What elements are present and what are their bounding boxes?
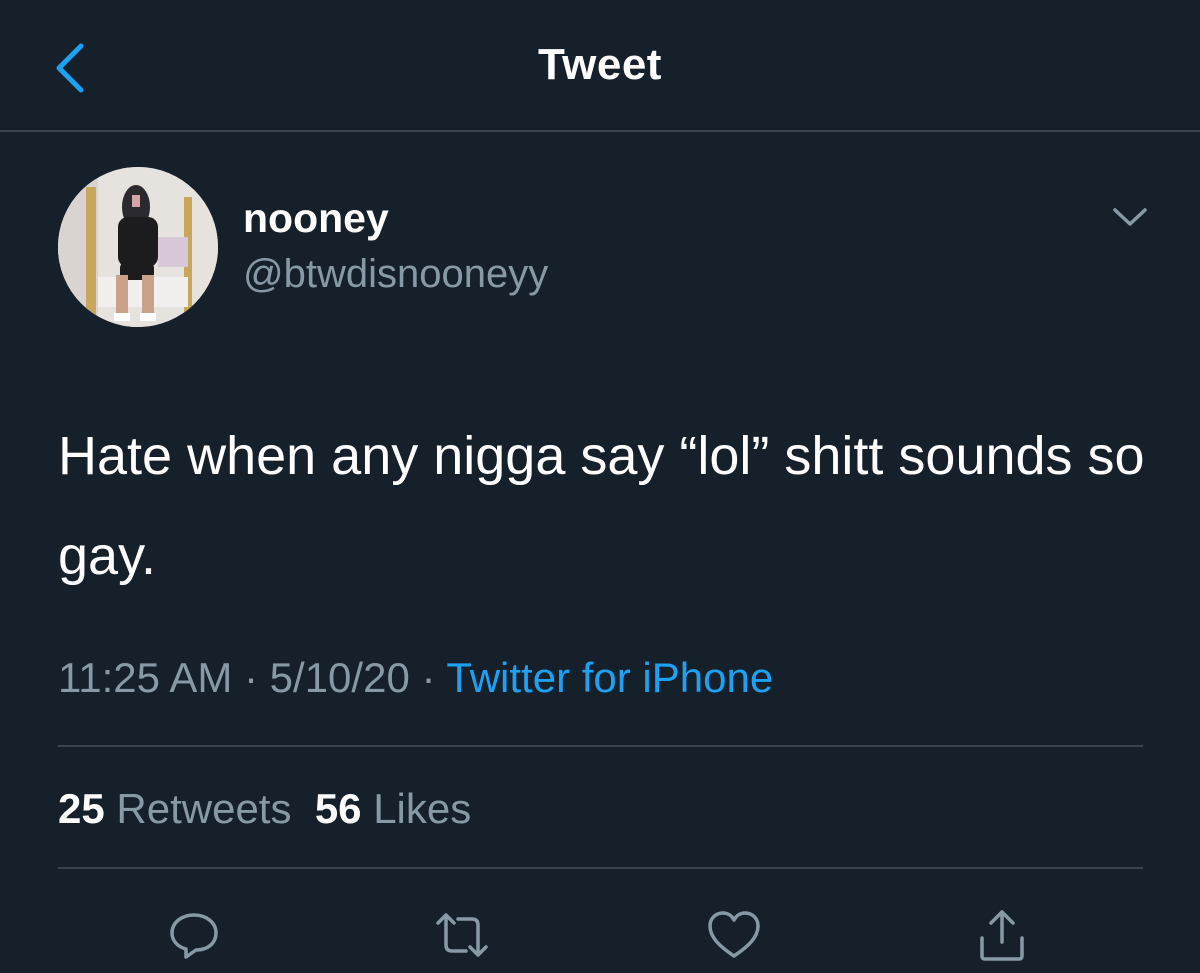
retweets-stat[interactable]: 25 Retweets bbox=[58, 785, 291, 832]
nav-header: Tweet bbox=[0, 0, 1200, 132]
meta-separator: · bbox=[409, 654, 447, 701]
retweet-icon bbox=[436, 913, 488, 957]
tweet-text: Hate when any nigga say “lol” shitt soun… bbox=[58, 426, 1145, 586]
likes-label: Likes bbox=[373, 785, 472, 832]
tweet-actions-bar bbox=[0, 905, 1200, 965]
avatar-photo bbox=[58, 167, 218, 327]
retweets-count: 25 bbox=[58, 785, 105, 832]
author-handle[interactable]: @btwdisnooneyy bbox=[243, 252, 548, 297]
meta-separator: · bbox=[232, 654, 270, 701]
chevron-down-icon bbox=[1113, 208, 1147, 226]
divider bbox=[58, 867, 1143, 869]
like-button[interactable] bbox=[702, 905, 766, 965]
tweet-time: 11:25 AM bbox=[58, 654, 233, 701]
share-icon bbox=[980, 910, 1024, 961]
share-button[interactable] bbox=[970, 905, 1034, 965]
reply-button[interactable] bbox=[162, 905, 226, 965]
retweet-button[interactable] bbox=[430, 905, 494, 965]
divider bbox=[58, 745, 1143, 747]
heart-icon bbox=[708, 911, 760, 958]
tweet-source-link[interactable]: Twitter for iPhone bbox=[446, 654, 773, 701]
avatar[interactable] bbox=[58, 167, 218, 327]
tweet-date: 5/10/20 bbox=[269, 654, 410, 701]
retweets-label: Retweets bbox=[116, 785, 292, 832]
page-title: Tweet bbox=[538, 40, 662, 89]
likes-count: 56 bbox=[314, 785, 362, 832]
tweet-meta: 11:25 AM · 5/10/20 · Twitter for iPhone bbox=[58, 654, 773, 702]
likes-stat[interactable]: 56 Likes bbox=[315, 785, 471, 832]
reply-icon bbox=[170, 913, 218, 959]
more-options-button[interactable] bbox=[1108, 200, 1152, 234]
author-display-name[interactable]: nooney bbox=[243, 195, 389, 242]
tweet-stats: 25 Retweets 56 Likes bbox=[58, 785, 471, 833]
